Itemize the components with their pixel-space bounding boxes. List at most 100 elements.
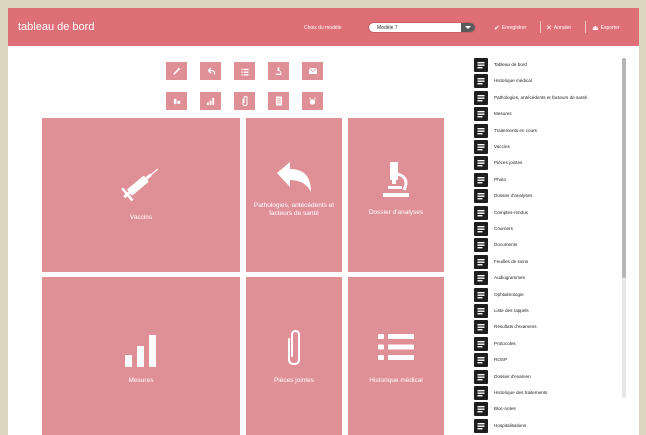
paperclip-icon <box>242 96 247 106</box>
pills-icon <box>474 123 488 138</box>
app-window: tableau de bord Choix du modèle Modèle 7… <box>8 8 639 435</box>
sidebar-item-label: Comptes-rendus <box>494 209 528 215</box>
bar-chart-icon <box>474 107 488 122</box>
sidebar-item[interactable]: Tableau de bord <box>474 58 629 72</box>
quick-button-comptes-rendus[interactable] <box>268 92 289 110</box>
sidebar-item-label: Pièces jointes <box>494 160 523 166</box>
quick-button-pathologies[interactable] <box>200 62 221 80</box>
alarm-icon <box>474 304 488 318</box>
dashboard-icon <box>474 58 488 72</box>
undo-arrow-icon <box>474 90 488 105</box>
sidebar-item-label: Vaccins <box>494 144 510 149</box>
paperclip-icon <box>246 329 342 372</box>
quick-button-rappels[interactable] <box>302 92 323 110</box>
sidebar-item-label: Traitements en cours <box>494 127 537 133</box>
sidebar-item[interactable]: Photo <box>474 172 629 187</box>
save-label: Enregistrer <box>501 25 527 31</box>
export-label: Exporter <box>600 25 620 31</box>
quick-button-traitements[interactable] <box>166 92 187 110</box>
tile-label: Pathologies, antécédents et facteurs de … <box>253 202 335 217</box>
tile-label: Vaccins <box>129 214 153 221</box>
sidebar-item[interactable]: Historique médical <box>474 74 629 89</box>
tile-mesures[interactable]: Mesures <box>42 277 240 435</box>
sidebar-item-label: Historique médical <box>494 78 532 84</box>
mail-icon <box>308 67 317 74</box>
tile-pathologies[interactable]: Pathologies, antécédents et facteurs de … <box>246 118 342 272</box>
sidebar-item-label: Bloc-notes <box>494 406 516 412</box>
bar-chart-icon <box>206 97 215 105</box>
hospital-icon <box>474 418 488 433</box>
sidebar-item-label: Pathologies, antécédents et facteurs de … <box>494 94 588 100</box>
sidebar-item-label: Dossier d'examen <box>494 373 531 379</box>
tile-historique[interactable]: Historique médical <box>348 277 444 435</box>
sidebar-item[interactable]: Audiogrammes <box>474 271 629 286</box>
cancel-button[interactable]: ✕ Annuler <box>546 24 571 32</box>
sidebar-item[interactable]: Dossier d'examen <box>474 369 629 384</box>
tile-analyses[interactable]: Dossier d'analyses <box>348 118 444 272</box>
chevron-down-icon[interactable] <box>461 23 475 32</box>
sidebar-item-label: Résultats d'examens <box>494 324 537 330</box>
sidebar-item[interactable]: Ophtalmologie <box>474 287 629 302</box>
sidebar-item[interactable]: Feuilles de soins <box>474 254 629 269</box>
sidebar-item[interactable]: Historique des traitements <box>474 386 629 400</box>
undo-arrow-icon <box>207 66 215 74</box>
sidebar-item[interactable]: Documents <box>474 238 629 253</box>
sidebar-item[interactable]: Courriers <box>474 222 629 236</box>
pills-icon <box>173 98 181 104</box>
tile-pieces-jointes[interactable]: Pièces jointes <box>246 277 342 435</box>
syringe-icon <box>42 162 240 209</box>
sidebar-item[interactable]: Bloc-notes <box>474 402 629 417</box>
care-sheet-icon <box>474 254 488 269</box>
sidebar-item[interactable]: Pathologies, antécédents et facteurs de … <box>474 90 629 105</box>
quick-button-courriers[interactable] <box>302 62 323 80</box>
photo-icon <box>474 172 488 187</box>
toolbar-divider <box>585 21 586 33</box>
quick-button-pieces-jointes[interactable] <box>234 92 255 110</box>
sidebar-item-label: Hospitalisations <box>494 422 527 428</box>
mail-icon <box>474 222 488 236</box>
sidebar-item-label: Audiogrammes <box>494 275 525 281</box>
quick-button-vaccins[interactable] <box>166 62 187 80</box>
tile-label: Historique médical <box>369 377 423 384</box>
page-title: tableau de bord <box>18 21 95 33</box>
euro-icon <box>474 353 488 368</box>
list-icon <box>348 332 444 367</box>
sidebar-item[interactable]: Pièces jointes <box>474 156 629 171</box>
sidebar-item-label: Protocoles <box>494 340 516 346</box>
scrollbar-thumb[interactable] <box>622 58 626 278</box>
sidebar-item-label: Documents <box>494 242 518 248</box>
quick-button-historique[interactable] <box>234 62 255 80</box>
model-select[interactable]: Modèle 7 <box>368 22 476 33</box>
sidebar-item[interactable]: Mesures <box>474 107 629 122</box>
microscope-icon <box>474 189 488 204</box>
close-icon: ✕ <box>546 25 552 32</box>
syringe-icon <box>173 67 181 75</box>
export-button[interactable]: ⏏ Exporter <box>592 24 620 32</box>
sidebar-item[interactable]: Comptes-rendus <box>474 205 629 220</box>
treatment-history-icon <box>474 386 488 400</box>
sidebar-scrollbar[interactable] <box>622 58 626 398</box>
notepad-icon <box>474 402 488 417</box>
bar-chart-icon <box>42 333 240 372</box>
exam-folder-icon <box>474 369 488 384</box>
sidebar-item[interactable]: Hospitalisations <box>474 418 629 433</box>
sidebar-item[interactable]: Vaccins <box>474 140 629 154</box>
sidebar-item[interactable]: Dossier d'analyses <box>474 189 629 204</box>
sidebar-item-label: Courriers <box>494 226 513 231</box>
sidebar-item[interactable]: Traitements en cours <box>474 123 629 138</box>
quick-button-analyses[interactable] <box>268 62 289 80</box>
sidebar-item-label: Tableau de bord <box>494 62 527 67</box>
save-button[interactable]: ✔ Enregistrer <box>494 24 526 32</box>
check-icon: ✔ <box>494 25 500 32</box>
tile-vaccins[interactable]: Vaccins <box>42 118 240 272</box>
sidebar-item[interactable]: Protocoles <box>474 336 629 351</box>
sidebar-item[interactable]: ROSP <box>474 353 629 368</box>
export-icon: ⏏ <box>592 25 599 32</box>
sidebar-item[interactable]: Liste des rappels <box>474 304 629 318</box>
sidebar-item-label: Historique des traitements <box>494 390 548 395</box>
sidebar-item[interactable]: Résultats d'examens <box>474 320 629 335</box>
quick-button-mesures[interactable] <box>200 92 221 110</box>
microscope-icon <box>275 67 282 75</box>
sidebar-item-label: Liste des rappels <box>494 308 529 313</box>
document-icon <box>275 96 282 106</box>
